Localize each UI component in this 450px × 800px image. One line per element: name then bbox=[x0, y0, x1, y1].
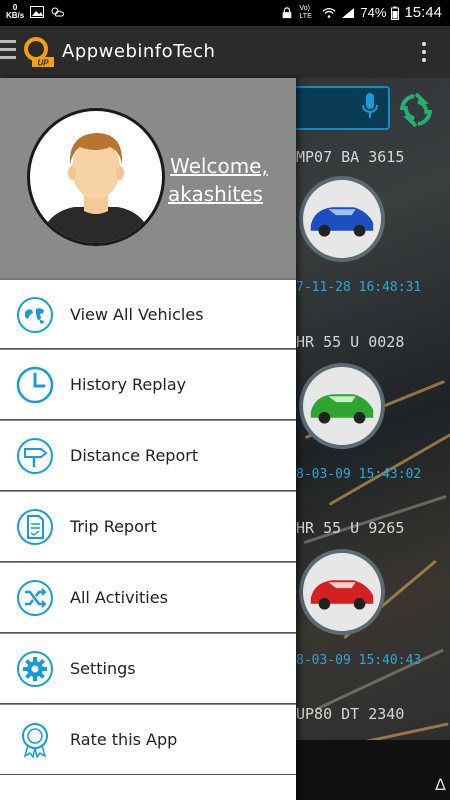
vehicle-timestamp: 7-11-28 16:48:31 bbox=[296, 280, 422, 295]
car-icon bbox=[310, 394, 374, 424]
image-icon bbox=[30, 6, 45, 18]
weather-icon bbox=[51, 7, 65, 17]
clock-icon bbox=[16, 366, 54, 404]
status-bar: 0 KB/s Vo) LTE 74% 15:44 bbox=[0, 0, 450, 26]
vehicle-avatar bbox=[299, 549, 385, 635]
vehicle-id: HR 55 U 9265 bbox=[296, 519, 405, 537]
menu-label: History Replay bbox=[70, 375, 187, 394]
status-right: Vo) LTE 74% 15:44 bbox=[280, 4, 442, 21]
menu-label: View All Vehicles bbox=[70, 305, 204, 324]
bottom-bar: Δ bbox=[296, 740, 450, 800]
menu-item-trip-report[interactable]: Trip Report bbox=[0, 491, 296, 562]
menu-item-rate-this-app[interactable]: Rate this App bbox=[0, 704, 296, 775]
vehicle-card[interactable]: UP80 DT 2340 bbox=[296, 705, 450, 745]
app-bar: UP AppwebinfoTech bbox=[0, 26, 450, 78]
battery-icon bbox=[391, 6, 400, 20]
battery-percent: 74% bbox=[360, 5, 387, 20]
car-icon bbox=[310, 207, 374, 237]
user-silhouette-icon bbox=[40, 133, 152, 243]
menu-item-view-all-vehicles[interactable]: View All Vehicles bbox=[0, 278, 296, 349]
vehicle-timestamp: 8-03-09 15:40:43 bbox=[296, 653, 422, 668]
menu-icon[interactable] bbox=[0, 40, 18, 64]
navigation-drawer: Welcome, akashites View All Vehicles His… bbox=[0, 78, 296, 800]
wifi-icon bbox=[322, 7, 336, 18]
microphone-icon[interactable] bbox=[362, 92, 378, 120]
vehicle-id: MP07 BA 3615 bbox=[296, 148, 405, 166]
network-speed: 0 KB/s bbox=[6, 4, 24, 20]
vehicle-card[interactable]: HR 55 U 0028 8-03-09 15:43:02 bbox=[296, 333, 450, 513]
menu-label: Rate this App bbox=[70, 730, 178, 749]
refresh-icon[interactable] bbox=[396, 90, 436, 130]
menu-item-settings[interactable]: Settings bbox=[0, 633, 296, 704]
signpost-icon bbox=[17, 438, 53, 474]
welcome-text: Welcome, bbox=[170, 154, 268, 178]
shuffle-icon bbox=[17, 580, 53, 616]
world-map-icon bbox=[17, 297, 53, 333]
menu-item-all-activities[interactable]: All Activities bbox=[0, 562, 296, 633]
app-logo: UP bbox=[24, 37, 54, 68]
vehicle-avatar bbox=[299, 176, 385, 262]
menu-label: Settings bbox=[70, 659, 136, 678]
avatar[interactable] bbox=[27, 108, 165, 246]
vehicle-card[interactable]: MP07 BA 3615 7-11-28 16:48:31 bbox=[296, 148, 450, 328]
vehicle-id: HR 55 U 0028 bbox=[296, 333, 405, 351]
document-icon bbox=[17, 509, 53, 545]
drawer-header: Welcome, akashites bbox=[0, 78, 296, 278]
lock-icon bbox=[283, 6, 292, 18]
drawer-menu: View All Vehicles History Replay Distanc… bbox=[0, 278, 296, 775]
signal-icon bbox=[342, 7, 355, 18]
status-left: 0 KB/s bbox=[6, 4, 65, 20]
collapse-arrow-icon[interactable]: Δ bbox=[435, 775, 446, 794]
vehicle-card[interactable]: HR 55 U 9265 8-03-09 15:40:43 bbox=[296, 519, 450, 699]
network-type: Vo) LTE bbox=[299, 4, 312, 20]
speed-unit: KB/s bbox=[6, 11, 25, 20]
overflow-menu-icon[interactable] bbox=[422, 42, 428, 64]
menu-item-distance-report[interactable]: Distance Report bbox=[0, 420, 296, 491]
app-title: AppwebinfoTech bbox=[62, 41, 216, 62]
menu-label: All Activities bbox=[70, 588, 168, 607]
vehicle-avatar bbox=[299, 363, 385, 449]
clock-time: 15:44 bbox=[404, 4, 442, 21]
award-icon bbox=[22, 723, 48, 759]
vehicle-timestamp: 8-03-09 15:43:02 bbox=[296, 467, 422, 482]
menu-label: Trip Report bbox=[70, 517, 157, 536]
menu-label: Distance Report bbox=[70, 446, 199, 465]
menu-item-history-replay[interactable]: History Replay bbox=[0, 349, 296, 420]
logo-badge: UP bbox=[37, 59, 49, 68]
gear-icon bbox=[17, 651, 53, 687]
vehicle-id: UP80 DT 2340 bbox=[296, 705, 405, 723]
car-icon bbox=[310, 580, 374, 610]
username-link[interactable]: akashites bbox=[168, 180, 263, 208]
